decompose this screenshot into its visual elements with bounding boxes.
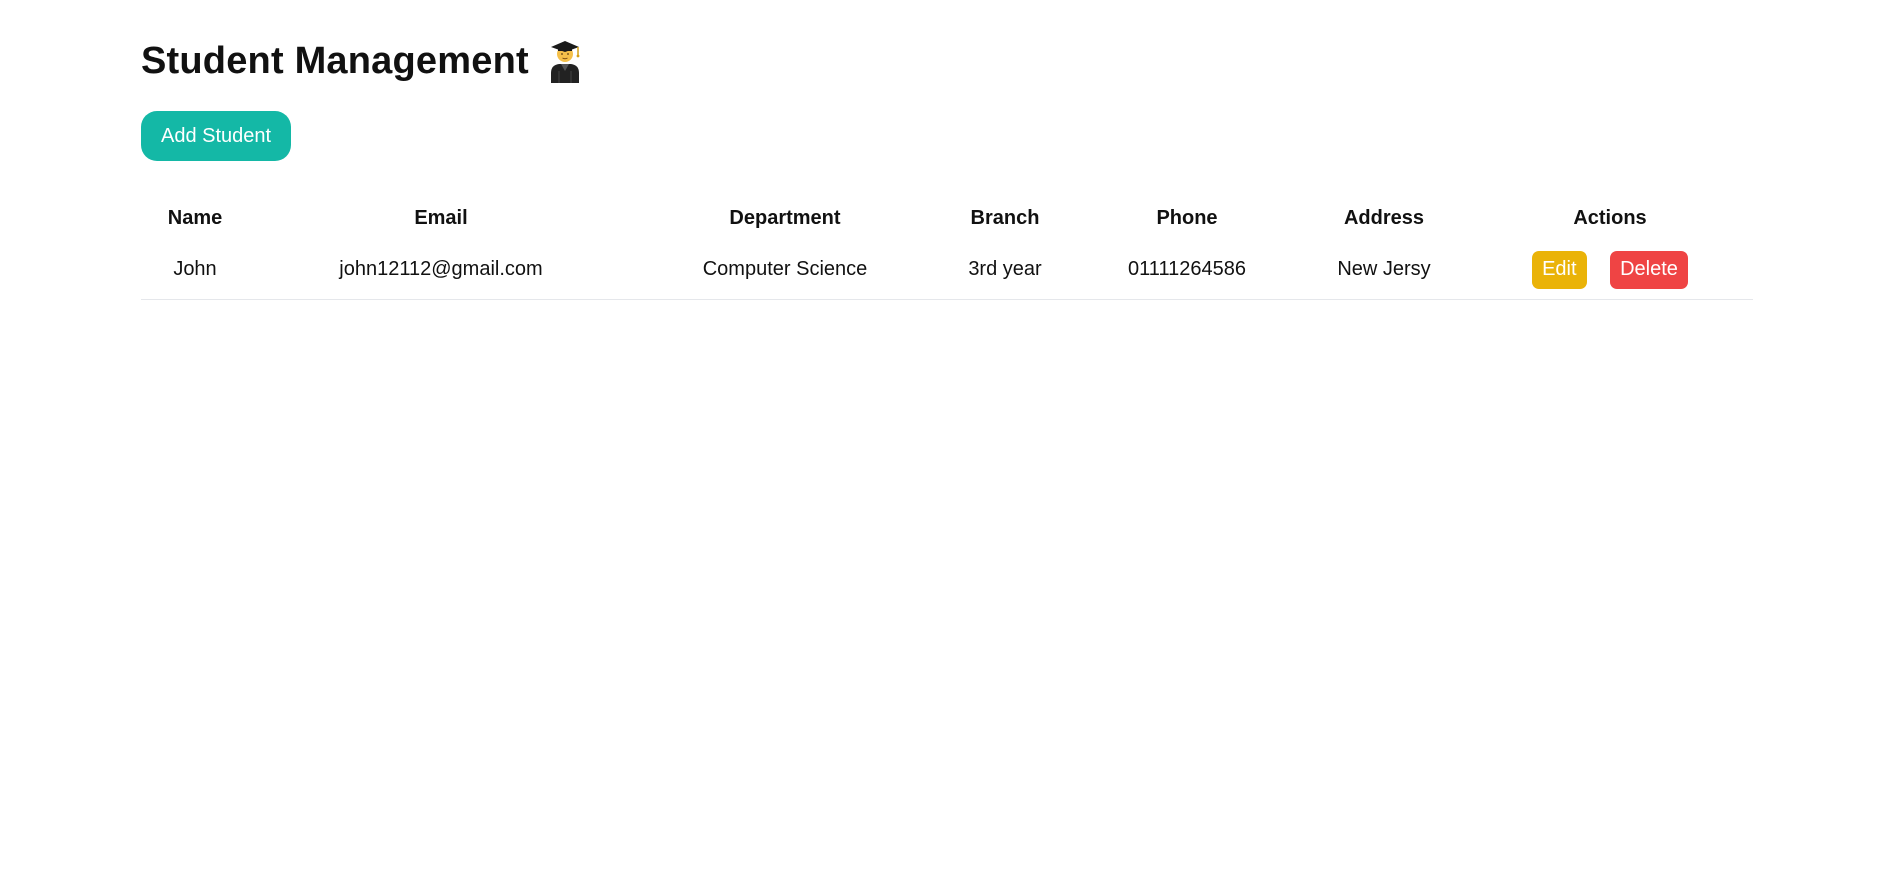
cell-department: Computer Science [633, 240, 937, 300]
cell-branch: 3rd year [937, 240, 1073, 300]
table-body: John john12112@gmail.com Computer Scienc… [141, 240, 1753, 300]
header: Student Management [141, 36, 583, 86]
column-header-name: Name [167, 206, 223, 229]
column-header-actions: Actions [1573, 206, 1647, 229]
column-header-email: Email [414, 206, 468, 229]
students-table: Name Email Department Branch Phone Addre… [141, 196, 1753, 300]
page-title: Student Management [141, 39, 529, 82]
table-header: Name Email Department Branch Phone Addre… [141, 196, 1753, 240]
add-student-button[interactable]: Add Student [141, 111, 292, 161]
graduate-student-icon [547, 39, 583, 83]
table-row: John john12112@gmail.com Computer Scienc… [141, 240, 1753, 300]
column-header-address: Address [1343, 206, 1425, 229]
edit-button[interactable]: Edit [1532, 250, 1587, 289]
column-header-branch: Branch [970, 206, 1040, 229]
table-header-row: Name Email Department Branch Phone Addre… [141, 196, 1753, 240]
delete-button[interactable]: Delete [1610, 250, 1688, 289]
cell-actions: Edit Delete [1467, 240, 1753, 300]
cell-email: john12112@gmail.com [249, 240, 633, 300]
cell-name: John [141, 240, 249, 300]
cell-phone: 01111264586 [1073, 240, 1301, 300]
column-header-phone: Phone [1156, 206, 1218, 229]
cell-address: New Jersy [1301, 240, 1467, 300]
column-header-department: Department [729, 206, 841, 229]
